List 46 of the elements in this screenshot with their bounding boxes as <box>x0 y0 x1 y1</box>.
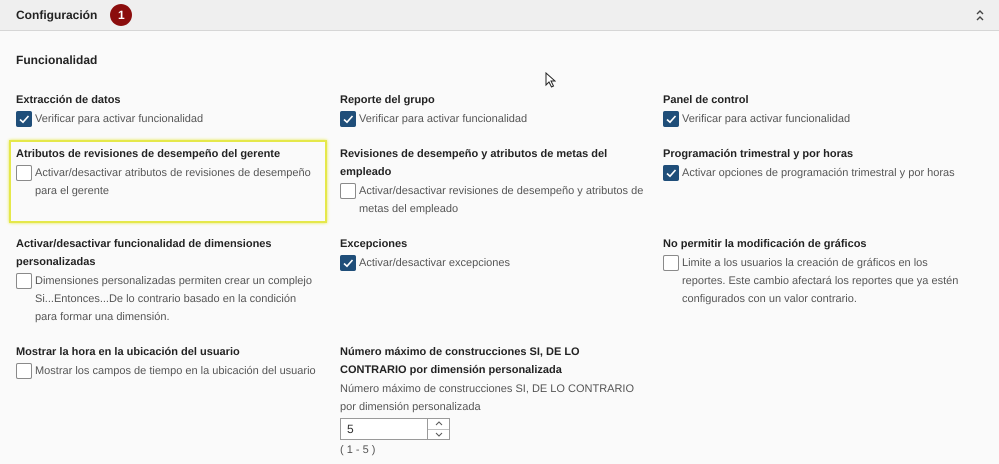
checkbox[interactable] <box>16 273 32 289</box>
setting-description: Verificar para activar funcionalidad <box>35 112 204 127</box>
section-title: Funcionalidad <box>16 52 98 69</box>
setting-description: Mostrar los campos de tiempo en la ubicación del usuario <box>35 364 316 379</box>
checkbox[interactable] <box>663 111 679 127</box>
checkbox[interactable] <box>16 165 32 181</box>
setting-description: Limite a los usuarios la creación de gráficos en los reportes. Este cambio afectará los reportes que ya estén configurados con un valor contrario. <box>682 256 960 307</box>
checkbox[interactable] <box>16 111 32 127</box>
setting-description: Activar/desactivar atributos de revisiones de desempeño para el gerente <box>35 166 312 199</box>
setting-description: Número máximo de construcciones SI, DE LO CONTRARIO por dimensión personalizada <box>340 382 636 415</box>
setting-label: Revisiones de desempeño y atributos de metas del empleado <box>340 147 608 180</box>
checkbox[interactable] <box>340 111 356 127</box>
increment-icon[interactable] <box>428 419 449 430</box>
checkmark-icon <box>665 167 677 179</box>
checkbox[interactable] <box>663 255 679 271</box>
setting-description: Activar/desactivar revisiones de desempeño y atributos de metas del empleado <box>359 184 644 217</box>
mouse-cursor-icon <box>545 72 556 88</box>
setting-label: Extracción de datos <box>16 93 122 108</box>
collapse-icon[interactable] <box>975 9 985 21</box>
checkmark-icon <box>18 113 30 125</box>
step-badge: 1 <box>110 4 132 26</box>
setting-label: Número máximo de construcciones SI, DE LO CONTRARIO por dimensión personalizada <box>340 345 581 378</box>
setting-description: Verificar para activar funcionalidad <box>359 112 528 127</box>
setting-description: Activar/desactivar excepciones <box>359 256 510 271</box>
checkmark-icon <box>342 113 354 125</box>
setting-label: Reporte del grupo <box>340 93 436 108</box>
panel-header[interactable]: Configuración 1 <box>0 0 999 31</box>
setting-label: No permitir la modificación de gráficos <box>663 237 868 252</box>
setting-description: Verificar para activar funcionalidad <box>682 112 850 127</box>
setting-label: Mostrar la hora en la ubicación del usuario <box>16 345 241 360</box>
checkbox[interactable] <box>340 255 356 271</box>
checkmark-icon <box>665 113 677 125</box>
checkmark-icon <box>342 257 354 269</box>
number-input[interactable]: 5 <box>340 418 450 440</box>
panel-title: Configuración <box>16 7 98 24</box>
setting-label: Panel de control <box>663 93 750 108</box>
checkbox[interactable] <box>663 165 679 181</box>
setting-label: Activar/desactivar funcionalidad de dimensiones personalizadas <box>16 237 273 270</box>
checkbox[interactable] <box>16 363 32 379</box>
setting-description: Dimensiones personalizadas permiten crear un complejo Si...Entonces...De lo contrario basado en la condición para formar una dimensión. <box>35 274 313 325</box>
checkbox[interactable] <box>340 183 356 199</box>
setting-description: Activar opciones de programación trimestral y por horas <box>682 166 955 181</box>
setting-label: Atributos de revisiones de desempeño del gerente <box>16 147 282 162</box>
setting-label: Excepciones <box>340 237 408 252</box>
setting-label: Programación trimestral y por horas <box>663 147 854 162</box>
range-hint: ( 1 - 5 ) <box>340 443 376 458</box>
